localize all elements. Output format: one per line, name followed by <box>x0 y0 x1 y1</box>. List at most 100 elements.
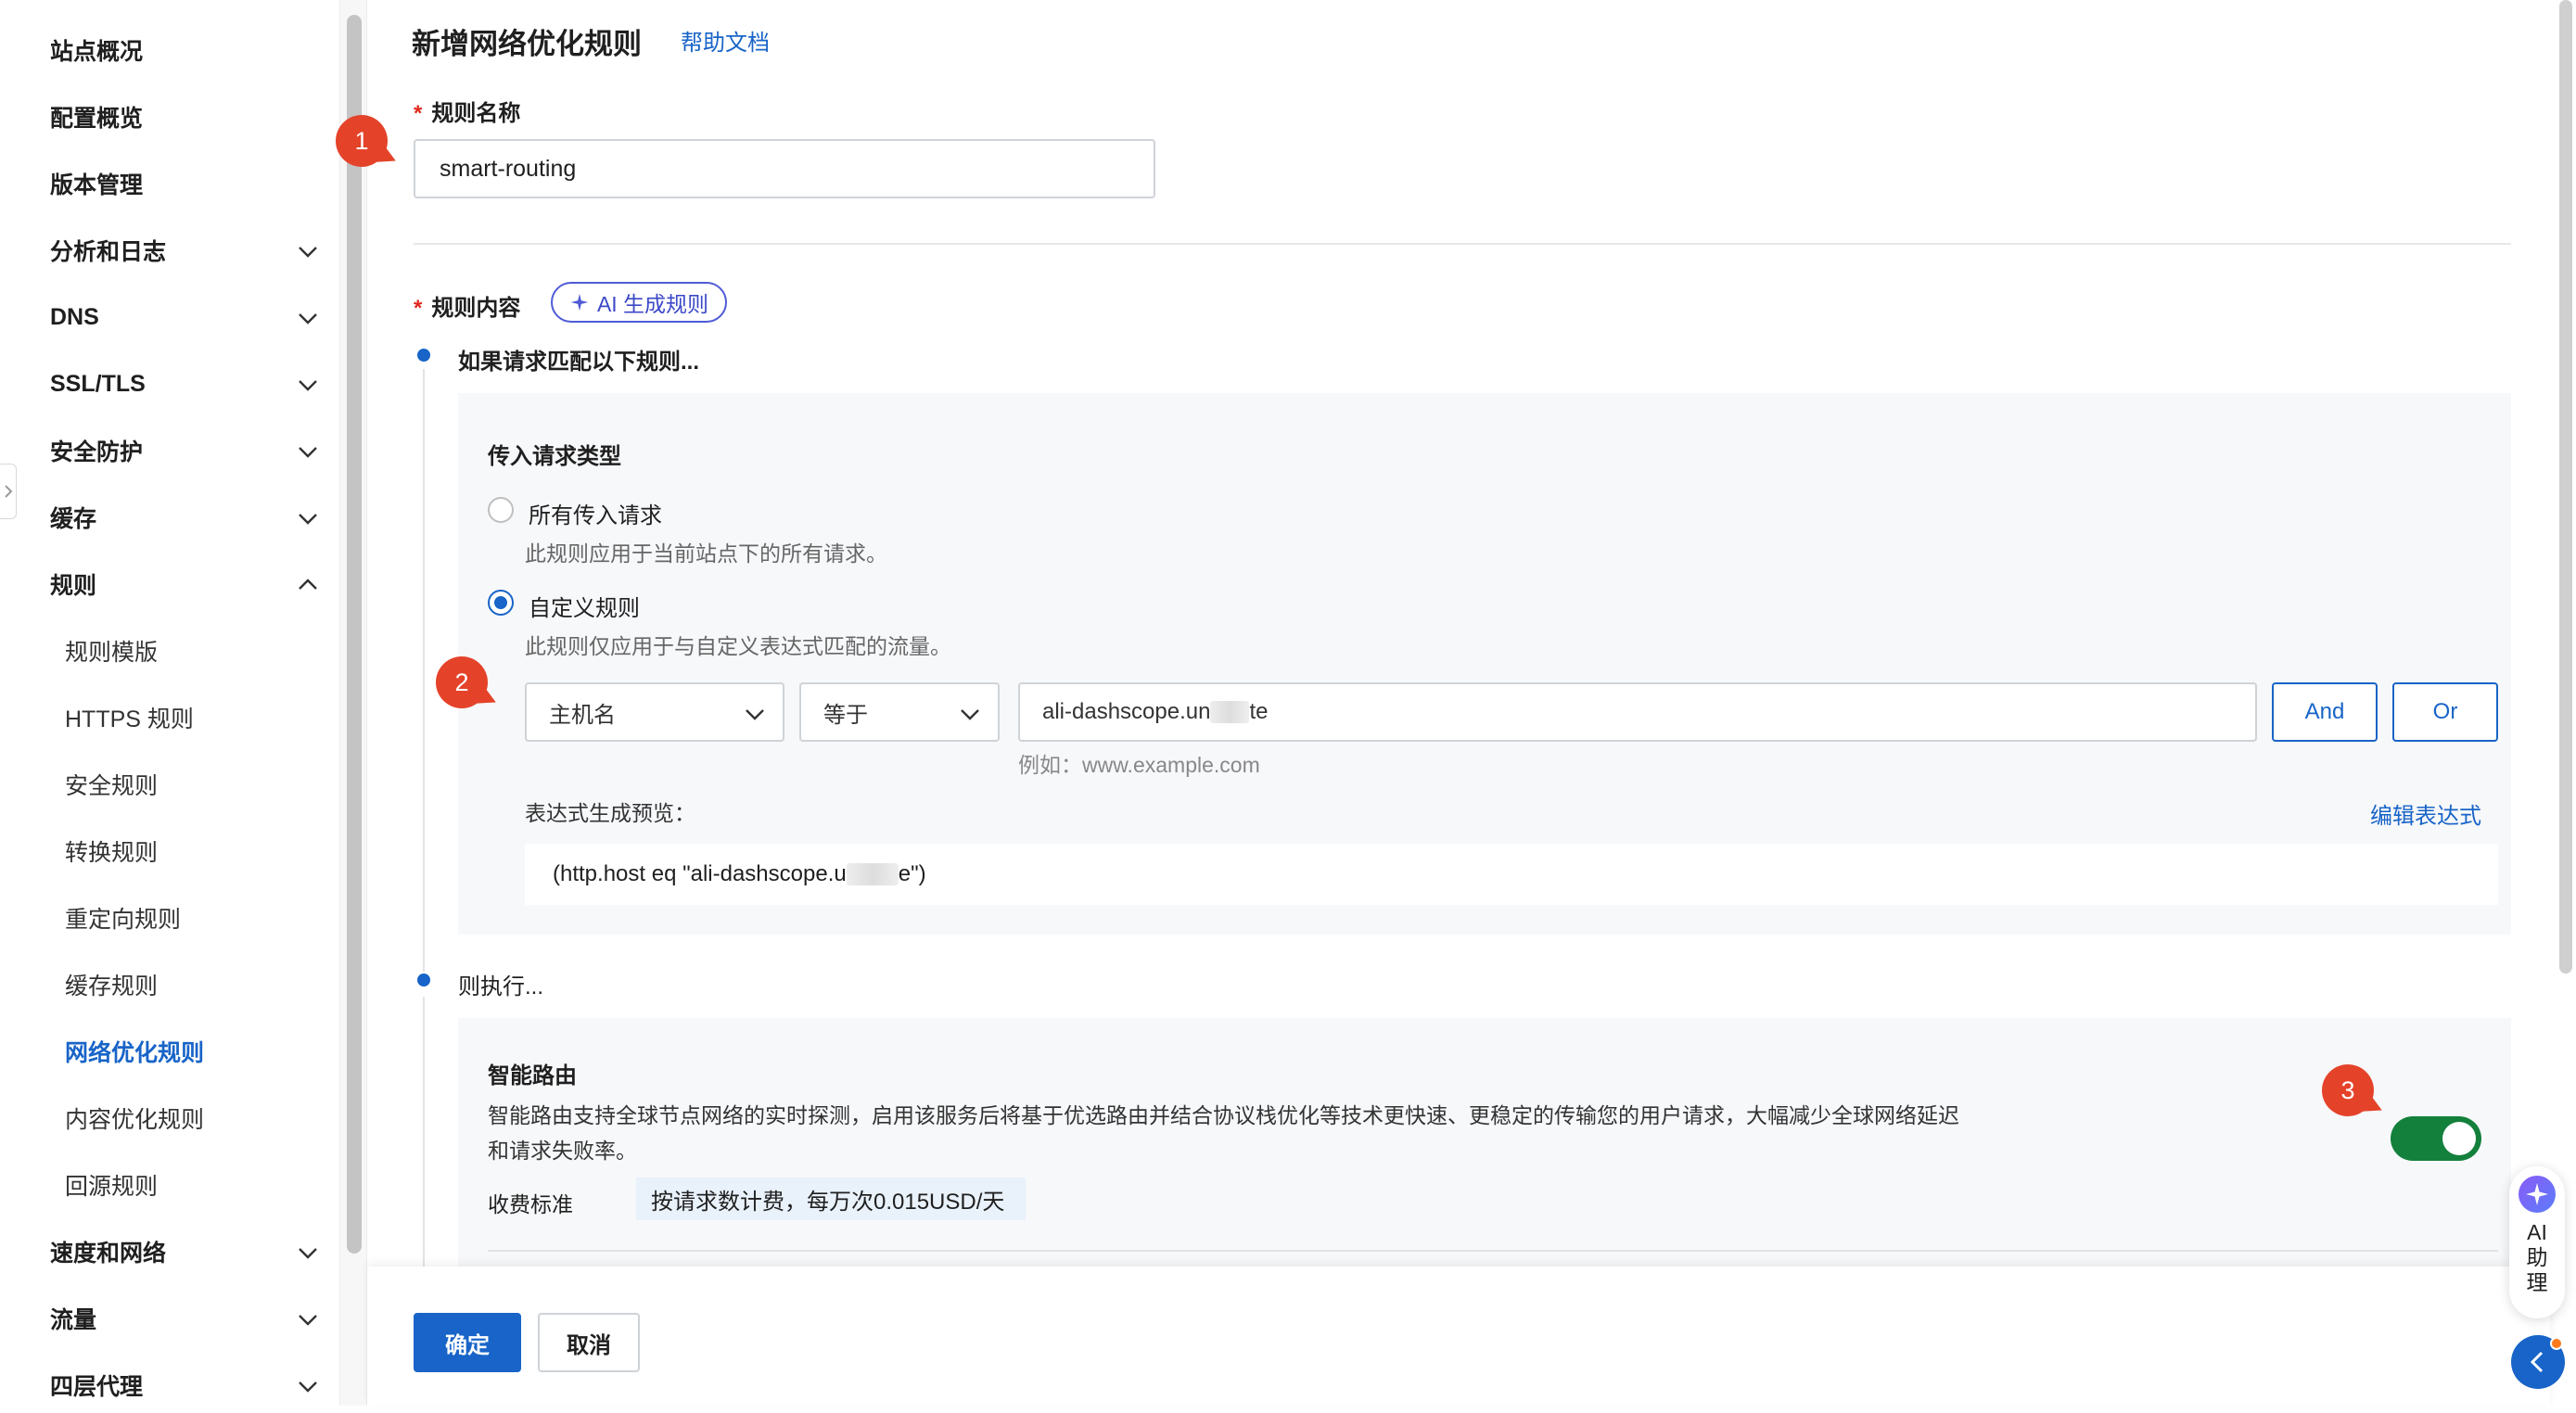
smart-routing-toggle[interactable] <box>2391 1116 2481 1161</box>
sidebar-item-version[interactable]: 版本管理 <box>0 156 339 211</box>
rule-name-input[interactable]: smart-routing <box>414 139 1155 198</box>
radio-all-requests-desc: 此规则应用于当前站点下的所有请求。 <box>525 541 887 566</box>
sidebar-item-label: 配置概览 <box>50 106 144 132</box>
step-dot <box>417 974 430 987</box>
sidebar-item-analytics[interactable]: 分析和日志 <box>0 223 339 278</box>
sparkle-icon <box>2526 1183 2548 1205</box>
sidebar-item-security-rules[interactable]: 安全规则 <box>0 757 339 812</box>
sidebar-item-layer4-proxy[interactable]: 四层代理 <box>0 1357 339 1413</box>
step-dot <box>417 349 430 362</box>
help-doc-link[interactable]: 帮助文档 <box>681 24 770 57</box>
sidebar-item-cache-rules[interactable]: 缓存规则 <box>0 957 339 1012</box>
ai-assistant-label-line: 理 <box>2526 1270 2548 1294</box>
collapse-panel-button[interactable] <box>2511 1335 2565 1389</box>
fee-value: 按请求数计费，每万次0.015USD/天 <box>651 1189 1005 1215</box>
and-button[interactable]: And <box>2272 682 2378 742</box>
sidebar-scrollbar-thumb[interactable] <box>347 15 362 1254</box>
redacted-text <box>846 863 899 885</box>
sidebar-item-label: SSL/TLS <box>50 370 146 397</box>
radio-all-requests-label[interactable]: 所有传入请求 <box>529 497 662 529</box>
sidebar-item-label: 安全规则 <box>65 773 159 799</box>
caret-down-icon <box>961 709 979 720</box>
sidebar-item-label: 缓存规则 <box>65 974 159 999</box>
expression-preview: (http.host eq "ali-dashscope.u e") <box>525 844 2498 905</box>
ai-generate-rule-button[interactable]: AI 生成规则 <box>551 282 727 323</box>
sidebar-item-ssl[interactable]: SSL/TLS <box>0 356 339 412</box>
radio-custom-rule[interactable] <box>488 590 514 616</box>
sidebar-item-label: 四层代理 <box>50 1374 144 1400</box>
ai-generate-rule-label: AI 生成规则 <box>596 292 709 316</box>
value-input[interactable]: ali-dashscope.un te <box>1018 682 2257 742</box>
edit-expression-link[interactable]: 编辑表达式 <box>2370 797 2481 830</box>
sidebar-item-cache[interactable]: 缓存 <box>0 490 339 545</box>
preview-label: 表达式生成预览： <box>525 801 695 825</box>
ai-star-icon <box>2519 1176 2556 1213</box>
sidebar-item-transform-rules[interactable]: 转换规则 <box>0 823 339 879</box>
sidebar-collapse-tab[interactable] <box>0 464 17 519</box>
sidebar-item-label: 重定向规则 <box>65 907 182 933</box>
sidebar-item-label: 流量 <box>50 1307 97 1333</box>
sidebar-item-dns[interactable]: DNS <box>0 289 339 345</box>
field-select[interactable]: 主机名 <box>525 682 784 742</box>
sidebar-item-traffic[interactable]: 流量 <box>0 1291 339 1346</box>
chevron-right-icon <box>4 485 12 498</box>
required-mark: * <box>414 296 423 321</box>
sidebar-item-label: HTTPS 规则 <box>65 706 194 732</box>
sidebar: 站点概况 配置概览 版本管理 分析和日志 DNS SSL/TLS 安全防护 缓存… <box>0 0 339 1406</box>
smart-routing-panel <box>458 1018 2511 1267</box>
chevron-up-icon <box>299 579 317 590</box>
sidebar-item-content-optimization-rules[interactable]: 内容优化规则 <box>0 1090 339 1146</box>
sidebar-item-label: 回源规则 <box>65 1174 159 1200</box>
sidebar-item-https-rules[interactable]: HTTPS 规则 <box>0 690 339 745</box>
badge-number: 1 <box>336 115 388 167</box>
radio-all-requests[interactable] <box>488 497 514 523</box>
badge-number: 2 <box>436 656 488 708</box>
sidebar-item-config-overview[interactable]: 配置概览 <box>0 89 339 145</box>
caret-down-icon <box>746 709 764 720</box>
sidebar-item-network-optimization-rules[interactable]: 网络优化规则 <box>0 1024 339 1079</box>
chevron-down-icon <box>299 447 317 458</box>
chevron-down-icon <box>299 313 317 325</box>
toggle-knob <box>2442 1122 2476 1155</box>
annotation-badge-3: 3 <box>2322 1064 2396 1123</box>
sidebar-item-security[interactable]: 安全防护 <box>0 423 339 478</box>
rule-name-value: smart-routing <box>440 155 577 182</box>
rule-content-label: * 规则内容 <box>414 289 520 322</box>
sidebar-item-rules[interactable]: 规则 <box>0 556 339 612</box>
smart-routing-title: 智能路由 <box>488 1063 577 1088</box>
divider <box>414 243 2511 245</box>
ai-assistant-button[interactable]: AI 助理 <box>2509 1166 2565 1318</box>
sidebar-item-redirect-rules[interactable]: 重定向规则 <box>0 890 339 946</box>
operator-select[interactable]: 等于 <box>799 682 1000 742</box>
sidebar-item-label: 内容优化规则 <box>65 1107 205 1133</box>
annotation-badge-1: 1 <box>336 115 410 173</box>
main-scrollbar-thumb[interactable] <box>2559 0 2572 974</box>
radio-custom-rule-desc: 此规则仅应用于与自定义表达式匹配的流量。 <box>525 634 951 658</box>
chevron-down-icon <box>299 247 317 258</box>
sidebar-item-origin-rules[interactable]: 回源规则 <box>0 1157 339 1213</box>
chevron-down-icon <box>299 1381 317 1393</box>
smart-routing-desc-line2: 和请求失败率。 <box>488 1139 637 1163</box>
fee-value-tag: 按请求数计费，每万次0.015USD/天 <box>636 1178 1026 1220</box>
sidebar-item-rule-templates[interactable]: 规则模版 <box>0 623 339 679</box>
chevron-down-icon <box>299 514 317 525</box>
sidebar-item-label: 安全防护 <box>50 439 144 465</box>
field-select-value: 主机名 <box>549 702 616 728</box>
sidebar-item-label: 转换规则 <box>65 840 159 866</box>
step-timeline <box>423 997 425 1275</box>
chevron-down-icon <box>299 1248 317 1259</box>
sidebar-item-site-overview[interactable]: 站点概况 <box>0 22 339 78</box>
radio-custom-rule-label[interactable]: 自定义规则 <box>529 590 640 622</box>
redacted-text <box>1210 701 1250 723</box>
sparkle-icon <box>570 293 589 312</box>
sidebar-item-label: DNS <box>50 303 99 330</box>
operator-select-value: 等于 <box>823 702 868 728</box>
step-then-title: 则执行... <box>458 974 544 999</box>
confirm-button[interactable]: 确定 <box>414 1313 521 1372</box>
value-hint: 例如：www.example.com <box>1018 753 1260 777</box>
sidebar-item-speed-network[interactable]: 速度和网络 <box>0 1224 339 1279</box>
or-button[interactable]: Or <box>2392 682 2498 742</box>
ai-assistant-label-line: AI <box>2527 1220 2547 1244</box>
cancel-button[interactable]: 取消 <box>538 1313 640 1372</box>
sidebar-item-label: 版本管理 <box>50 172 144 198</box>
